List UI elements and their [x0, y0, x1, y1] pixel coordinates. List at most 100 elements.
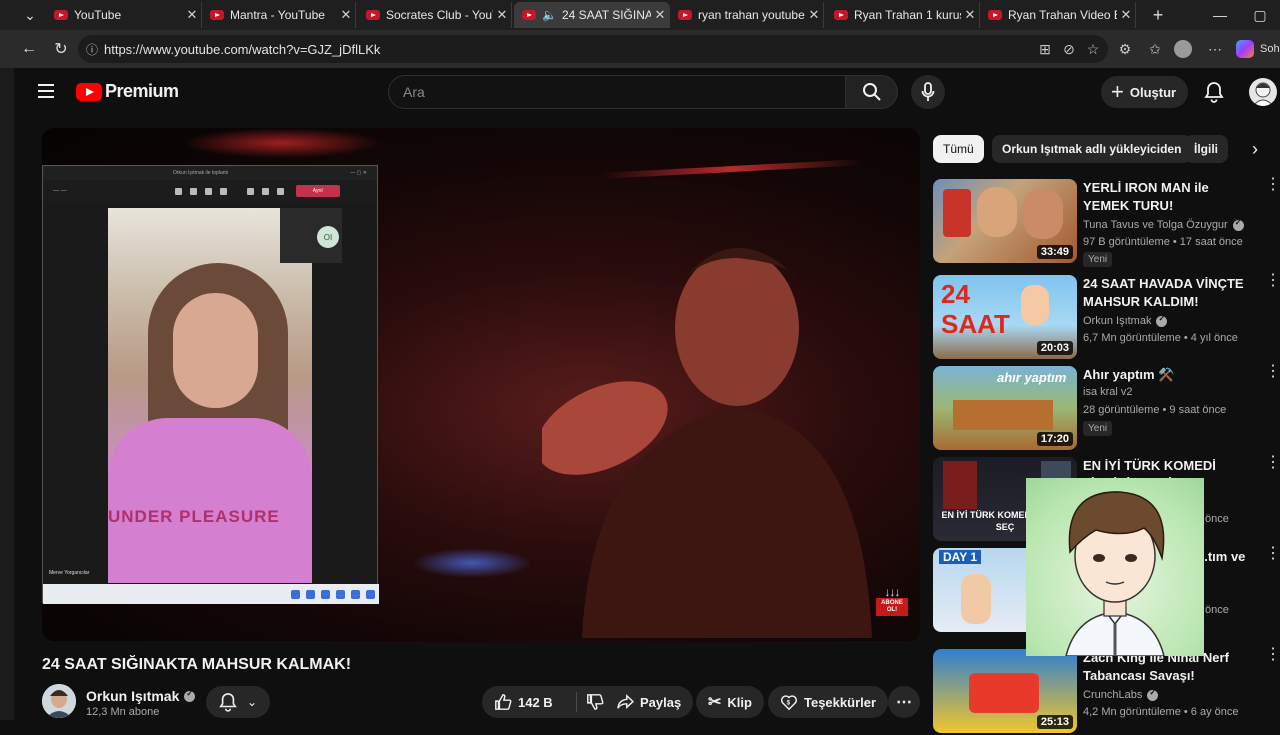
extensions-icon[interactable]: ⚙	[1116, 40, 1134, 58]
url-text: https://www.youtube.com/watch?v=GJZ_jDfl…	[104, 41, 381, 57]
share-button[interactable]: Paylaş	[604, 686, 694, 718]
reload-icon[interactable]: ↻	[50, 38, 72, 60]
maximize-button[interactable]: ▢	[1240, 0, 1280, 30]
kebab-menu-icon[interactable]: ⋮	[1265, 364, 1280, 380]
video-thumbnail[interactable]: 25:13	[933, 649, 1077, 733]
recommendation-item[interactable]: 25:13 Zach King ile Nihai Nerf Tabancası…	[933, 647, 1280, 735]
tab-ryan-trahan-channel[interactable]: ryan trahan youtube kanalı✕	[670, 2, 824, 28]
tracking-prevention-icon[interactable]: ⊘	[1060, 40, 1078, 58]
chip-all[interactable]: Tümü	[933, 135, 984, 163]
new-tab-button[interactable]: +	[1138, 0, 1178, 30]
recommendation-item[interactable]: ahır yaptım 17:20 Ahır yaptım ⚒️ isa kra…	[933, 364, 1280, 452]
chevron-down-icon: ⌄	[246, 695, 258, 709]
clip-button[interactable]: ✂ Klip	[696, 686, 764, 718]
tab-list-chevron-icon[interactable]: ⌄	[10, 0, 50, 30]
kebab-menu-icon[interactable]: ⋮	[1265, 273, 1280, 289]
more-icon	[219, 187, 227, 195]
tab-youtube[interactable]: YouTube ✕	[46, 2, 202, 28]
kebab-menu-icon[interactable]: ⋮	[1265, 455, 1280, 471]
people-icon	[174, 187, 182, 195]
youtube-favicon-icon	[678, 10, 692, 20]
verified-badge-icon	[1156, 314, 1168, 327]
participant-name: Merve Yorgancılar	[49, 570, 90, 576]
channel-name[interactable]: Orkun Işıtmak	[86, 688, 196, 704]
react-icon	[204, 187, 212, 195]
video-title: 24 SAAT SIĞINAKTA MAHSUR KALMAK!	[42, 656, 352, 673]
subscribe-overlay: ↓↓↓ ABONE OL!	[874, 586, 910, 620]
chip-related[interactable]: İlgili	[1184, 135, 1228, 163]
tab-close-icon[interactable]: ✕	[337, 7, 355, 23]
favorite-star-icon[interactable]: ☆	[1084, 40, 1102, 58]
kebab-menu-icon[interactable]: ⋮	[1265, 546, 1280, 562]
recommendation-item[interactable]: 33:49 YERLİ IRON MAN ile YEMEK TURU! Tun…	[933, 177, 1280, 267]
tab-ryan-trahan-titles[interactable]: Ryan Trahan Video Başlıkları✕	[980, 2, 1136, 28]
recommendation-item[interactable]: 24 SAAT 20:03 24 SAAT HAVADA VİNÇTE MAHS…	[933, 273, 1280, 361]
like-divider	[576, 692, 577, 712]
dislike-button[interactable]	[586, 693, 604, 716]
channel-avatar[interactable]	[42, 684, 76, 718]
share-icon	[617, 694, 634, 709]
heart-dollar-icon: $	[780, 695, 798, 711]
video-thumbnail[interactable]: ahır yaptım 17:20	[933, 366, 1077, 450]
leave-call-button: Ayrıl	[295, 185, 340, 197]
call-window-titlebar: Orkun Işıtmak ile toplantı — ▢ ✕	[43, 166, 377, 180]
more-menu-icon[interactable]: ⋯	[1206, 40, 1224, 58]
favorites-icon[interactable]: ✩	[1146, 40, 1164, 58]
address-toolbar: ← ↻ ⓘ https://www.youtube.com/watch?v=GJ…	[0, 30, 1280, 68]
tab-active-video[interactable]: 🔈24 SAAT SIĞINAKTA MAHSUR KALMAK!✕	[514, 2, 670, 28]
notifications-bell-icon[interactable]	[1202, 80, 1226, 104]
tab-close-icon[interactable]: ✕	[493, 7, 511, 23]
video-thumbnail[interactable]: 33:49	[933, 179, 1077, 263]
youtube-premium-logo[interactable]: Premium	[76, 81, 179, 102]
chevron-right-icon[interactable]: ›	[1244, 138, 1266, 160]
copilot-icon	[1236, 40, 1254, 58]
tab-close-icon[interactable]: ✕	[805, 7, 823, 23]
address-bar[interactable]: ⓘ https://www.youtube.com/watch?v=GJZ_jD…	[78, 35, 1108, 63]
back-arrow-icon[interactable]: ←	[18, 38, 40, 60]
site-info-icon[interactable]: ⓘ	[86, 41, 98, 58]
video-player[interactable]: Orkun Işıtmak ile toplantı — ▢ ✕ — — Ayrı…	[42, 128, 920, 641]
app-available-icon[interactable]: ⊞	[1036, 40, 1054, 58]
more-actions-button[interactable]: ⋯	[888, 686, 920, 718]
subscribed-notifications-button[interactable]: ⌄	[206, 686, 270, 718]
tab-close-icon[interactable]: ✕	[183, 7, 201, 23]
chip-from-uploader[interactable]: Orkun Işıtmak adlı yükleyiciden	[992, 135, 1192, 163]
thumbs-down-icon	[587, 694, 604, 710]
tab-ryan-trahan-penny[interactable]: Ryan Trahan 1 kuruş ile✕	[826, 2, 980, 28]
call-toolbar: — — Ayrıl	[43, 180, 377, 202]
voice-search-button[interactable]	[911, 75, 945, 109]
like-button[interactable]: 142 B	[494, 693, 553, 711]
thumbnail-text: DAY 1	[939, 550, 982, 564]
scissors-icon: ✂	[708, 694, 722, 711]
speaker-icon[interactable]: 🔈	[542, 8, 557, 22]
youtube-favicon-icon	[988, 10, 1002, 20]
tab-close-icon[interactable]: ✕	[961, 7, 979, 23]
tab-mantra[interactable]: Mantra - YouTube ✕	[202, 2, 356, 28]
tab-close-icon[interactable]: ✕	[651, 7, 669, 23]
video-thumbnail[interactable]: 24 SAAT 20:03	[933, 275, 1077, 359]
camera-icon	[246, 187, 254, 195]
account-avatar[interactable]	[1249, 78, 1277, 106]
tab-socrates-club[interactable]: Socrates Club - YouTube✕	[358, 2, 512, 28]
search-button[interactable]	[846, 75, 898, 109]
thanks-button[interactable]: $ Teşekkürler	[768, 686, 889, 718]
kebab-menu-icon[interactable]: ⋮	[1265, 177, 1280, 193]
profile-icon[interactable]	[1174, 40, 1192, 58]
verified-badge-icon	[184, 689, 196, 702]
mic-icon	[261, 187, 269, 195]
minimize-button[interactable]: —	[1200, 0, 1240, 30]
create-button[interactable]: + Oluştur	[1101, 76, 1189, 108]
copilot-button[interactable]: Soh	[1236, 40, 1280, 58]
microphone-icon	[921, 82, 935, 101]
kebab-menu-icon[interactable]: ⋮	[1265, 647, 1280, 663]
search-input[interactable]: Ara	[388, 75, 846, 109]
hoodie-print: UNDER PLEASURE	[108, 507, 280, 526]
tab-close-icon[interactable]: ✕	[1117, 7, 1135, 23]
thumbs-up-icon	[495, 694, 512, 710]
red-light-strip	[602, 159, 862, 179]
red-light-glow	[182, 128, 382, 158]
svg-text:$: $	[787, 700, 791, 707]
menu-icon[interactable]	[38, 84, 54, 98]
participant-initials-avatar: OI	[317, 226, 339, 248]
verified-badge-icon	[1147, 688, 1159, 701]
